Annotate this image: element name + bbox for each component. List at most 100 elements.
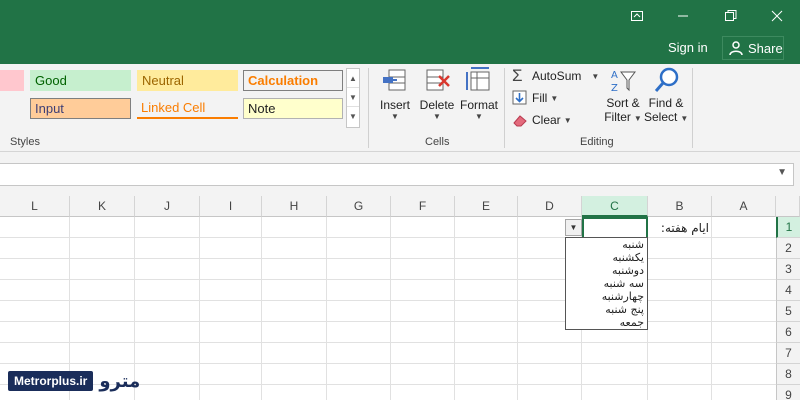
editing-group-label: Editing <box>580 136 614 148</box>
cell-b1[interactable]: ایام هفته: <box>648 217 712 239</box>
grid-row-line <box>0 342 776 343</box>
row-header-8[interactable]: 8 <box>776 364 800 385</box>
dropdown-option[interactable]: دوشنبه <box>566 264 647 277</box>
sort-filter-label-2: Filter ▼ <box>604 110 642 124</box>
format-cells-icon <box>466 67 490 91</box>
grid-column-line <box>711 217 712 400</box>
ribbon-display-options-icon[interactable] <box>614 0 660 32</box>
styles-group-label: Styles <box>10 136 40 148</box>
eraser-icon <box>513 115 527 127</box>
grid-row-line <box>0 279 776 280</box>
group-divider <box>368 68 369 148</box>
sort-filter-label-1: Sort & <box>606 96 640 110</box>
chevron-down-icon: ▼ <box>550 93 559 103</box>
brand-logo: مترو <box>99 370 141 392</box>
column-header-d[interactable]: D <box>518 196 582 217</box>
gallery-down-icon[interactable]: ▼ <box>347 88 359 107</box>
insert-cells-icon <box>383 69 406 91</box>
column-header-j[interactable]: J <box>135 196 200 217</box>
row-header-5[interactable]: 5 <box>776 301 800 322</box>
styles-gallery-scroll[interactable]: ▲ ▼ ▼ <box>346 68 360 128</box>
dropdown-arrow-icon[interactable]: ▼ <box>565 219 582 236</box>
column-header-g[interactable]: G <box>327 196 391 217</box>
dropdown-option[interactable]: جمعه <box>566 316 647 329</box>
sign-in-link[interactable]: Sign in <box>668 38 708 58</box>
find-select-button[interactable]: Find & Select ▼ <box>644 66 688 134</box>
column-header-l[interactable]: L <box>0 196 70 217</box>
column-header-c[interactable]: C <box>582 196 648 217</box>
validation-dropdown-list[interactable]: شنبه یکشنبه دوشنبه سه شنبه چهارشنبه پنج … <box>565 237 648 330</box>
column-header-a[interactable]: A <box>712 196 776 217</box>
style-input[interactable]: Input <box>30 98 131 119</box>
insert-button[interactable]: Insert ▼ <box>374 66 416 132</box>
close-icon[interactable] <box>754 0 800 32</box>
fill-button[interactable]: Fill ▼ <box>512 88 558 108</box>
share-button[interactable]: Share <box>722 36 784 60</box>
grid-row-line <box>0 258 776 259</box>
column-header-e[interactable]: E <box>455 196 518 217</box>
column-header-i[interactable]: I <box>200 196 262 217</box>
row-header-4[interactable]: 4 <box>776 280 800 301</box>
brand-watermark: Metrorplus.ir مترو <box>8 370 140 392</box>
sort-filter-button[interactable]: A Z Sort & Filter ▼ <box>602 66 644 134</box>
chevron-down-icon: ▼ <box>563 115 572 125</box>
autosum-button[interactable]: Σ AutoSum ▼ <box>512 66 599 86</box>
find-select-label-1: Find & <box>648 96 684 110</box>
row-header-3[interactable]: 3 <box>776 259 800 280</box>
magnifier-icon <box>654 67 679 92</box>
chevron-down-icon: ▼ <box>391 112 399 121</box>
grid-row-line <box>0 300 776 301</box>
clear-button[interactable]: Clear ▼ <box>512 110 572 130</box>
delete-button[interactable]: Delete ▼ <box>418 66 456 132</box>
svg-text:A: A <box>611 70 618 81</box>
column-header-b[interactable]: B <box>648 196 712 217</box>
column-header-k[interactable]: K <box>70 196 135 217</box>
row-header-9[interactable]: 9 <box>776 385 800 400</box>
grid-column-line <box>326 217 327 400</box>
gallery-up-icon[interactable]: ▲ <box>347 69 359 88</box>
style-good[interactable]: Good <box>30 70 131 91</box>
dropdown-option[interactable]: شنبه <box>566 238 647 251</box>
formula-bar-area: ▼ <box>0 152 800 196</box>
grid-column-line <box>261 217 262 400</box>
dropdown-option[interactable]: یکشنبه <box>566 251 647 264</box>
style-explanatory[interactable] <box>0 98 24 119</box>
style-calculation[interactable]: Calculation <box>243 70 343 91</box>
dropdown-option[interactable]: چهارشنبه <box>566 290 647 303</box>
style-note[interactable]: Note <box>243 98 343 119</box>
share-label: Share <box>748 40 783 56</box>
active-cell-c1[interactable] <box>582 217 648 239</box>
row-header-6[interactable]: 6 <box>776 322 800 343</box>
delete-cells-icon <box>426 69 450 91</box>
restore-icon[interactable] <box>708 0 754 32</box>
ribbon: Good Neutral Calculation Input Linked Ce… <box>0 64 800 152</box>
chevron-down-icon[interactable]: ▼ <box>777 167 787 178</box>
row-header-1[interactable]: 1 <box>776 217 800 238</box>
chevron-down-icon: ▼ <box>433 112 441 121</box>
format-button[interactable]: Format ▼ <box>458 66 500 132</box>
gallery-more-icon[interactable]: ▼ <box>347 107 359 126</box>
fill-down-icon <box>512 90 527 105</box>
formula-input[interactable]: ▼ <box>0 163 794 186</box>
column-header-h[interactable]: H <box>262 196 327 217</box>
sort-filter-icon: A Z <box>611 70 636 94</box>
style-neutral[interactable]: Neutral <box>137 70 238 91</box>
row-header-7[interactable]: 7 <box>776 343 800 364</box>
select-all-corner[interactable] <box>776 196 800 217</box>
minimize-icon[interactable] <box>660 0 706 32</box>
style-bad[interactable] <box>0 70 24 91</box>
dropdown-option[interactable]: پنج شنبه <box>566 303 647 316</box>
group-divider <box>692 68 693 148</box>
grid-column-line <box>517 217 518 400</box>
find-select-label-2: Select ▼ <box>644 110 689 124</box>
grid-column-line <box>390 217 391 400</box>
dropdown-option[interactable]: سه شنبه <box>566 277 647 290</box>
style-linked-cell[interactable]: Linked Cell <box>137 98 238 119</box>
chevron-down-icon: ▼ <box>475 112 483 121</box>
grid-row-line <box>0 321 776 322</box>
row-header-2[interactable]: 2 <box>776 238 800 259</box>
insert-label: Insert <box>379 98 410 112</box>
format-label: Format <box>459 98 498 112</box>
column-header-f[interactable]: F <box>391 196 455 217</box>
fill-label: Fill <box>532 91 548 105</box>
